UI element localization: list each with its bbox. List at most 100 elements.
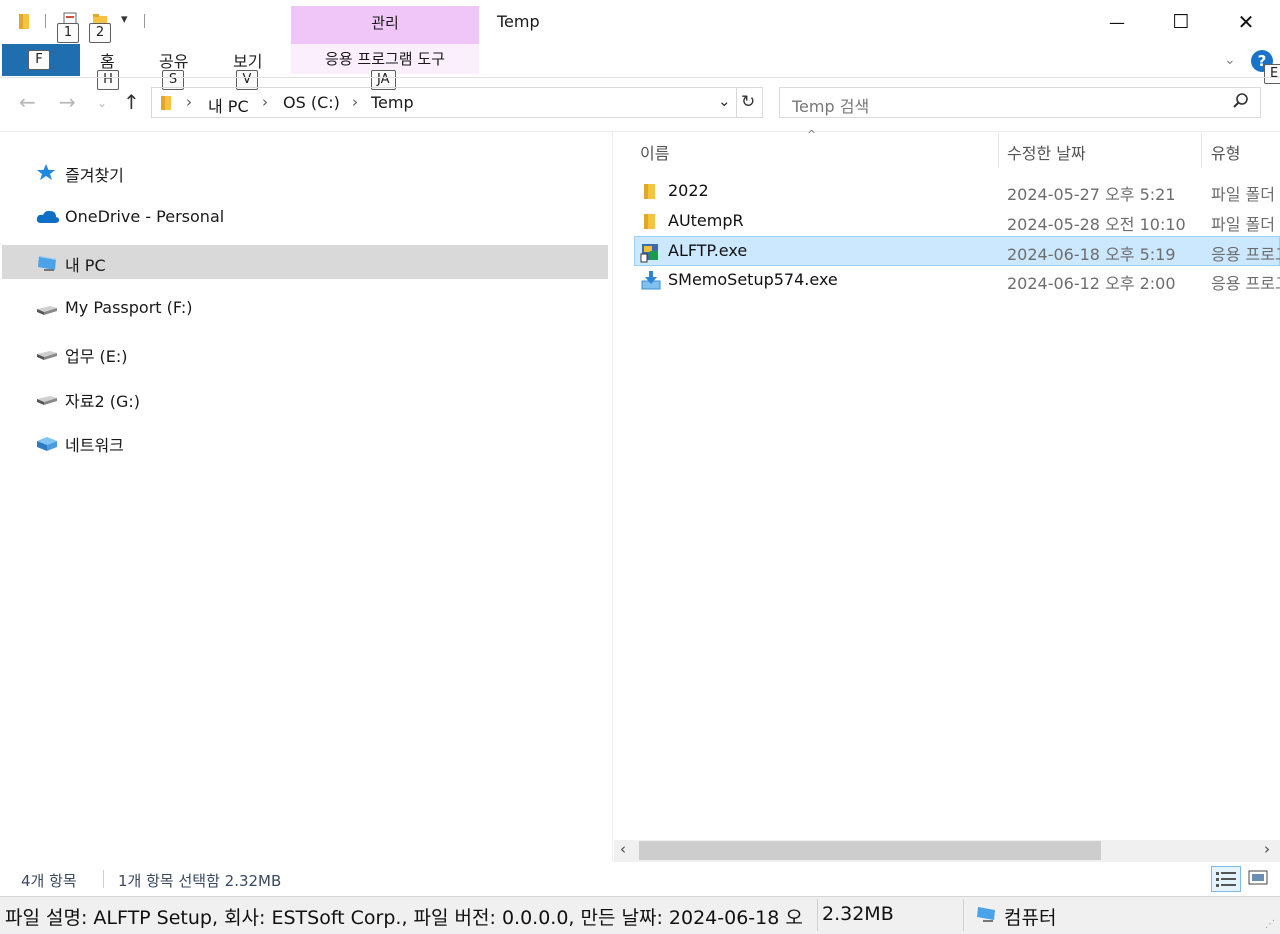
header-divider	[0, 131, 1280, 132]
breadcrumb-separator[interactable]: ›	[352, 93, 358, 111]
file-modified: 2024-06-12 오후 2:00	[1007, 270, 1176, 294]
file-size: 2.32MB	[822, 903, 894, 925]
sidebar-item-label: OneDrive - Personal	[65, 207, 224, 226]
sidebar-item-data2-g[interactable]: 자료2 (G:)	[0, 381, 610, 415]
tab-view[interactable]: 보기	[233, 48, 262, 72]
sidebar-item-this-pc[interactable]: 내 PC	[2, 245, 608, 279]
search-icon[interactable]	[1232, 92, 1250, 114]
sidebar-item-my-passport[interactable]: My Passport (F:)	[0, 291, 610, 325]
scrollbar-thumb[interactable]	[639, 841, 1101, 860]
close-button[interactable]: ✕	[1214, 0, 1278, 44]
status-item-count: 4개 항목	[21, 870, 77, 891]
search-box[interactable]: Temp 검색	[779, 87, 1261, 118]
details-divider	[817, 899, 818, 931]
sidebar-item-label: My Passport (F:)	[65, 298, 192, 317]
details-divider	[963, 899, 964, 931]
recent-locations-icon[interactable]: ⌄	[97, 96, 107, 110]
breadcrumb-os-c[interactable]: OS (C:)	[283, 93, 340, 112]
context-tab-group: 관리	[291, 6, 479, 44]
file-modified: 2024-06-18 오후 5:19	[1007, 241, 1176, 265]
sort-ascending-icon: ^	[807, 128, 816, 141]
scroll-right-icon[interactable]: ›	[1264, 840, 1270, 858]
column-header-name[interactable]: 이름	[640, 140, 669, 164]
cloud-icon	[36, 208, 58, 226]
file-modified: 2024-05-27 오후 5:21	[1007, 181, 1176, 205]
status-selection: 1개 항목 선택함 2.32MB	[118, 870, 281, 891]
file-row[interactable]: AUtempR 2024-05-28 오전 10:10 파일 폴더	[634, 206, 1280, 236]
column-divider[interactable]	[998, 134, 999, 168]
breadcrumb-separator[interactable]: ›	[186, 93, 192, 111]
file-row-selected[interactable]: ALFTP.exe 2024-06-18 오후 5:19 응용 프로그램	[634, 236, 1280, 266]
drive-icon	[36, 299, 58, 317]
sidebar-item-label: 네트워크	[65, 432, 124, 456]
up-icon[interactable]: ↑	[123, 90, 140, 114]
column-header-type[interactable]: 유형	[1211, 140, 1240, 164]
computer-icon	[36, 253, 58, 271]
pane-divider[interactable]	[612, 132, 613, 862]
column-header-modified[interactable]: 수정한 날짜	[1007, 140, 1086, 164]
file-row[interactable]: 2022 2024-05-27 오후 5:21 파일 폴더	[634, 176, 1280, 206]
horizontal-scrollbar[interactable]: ‹ ›	[614, 840, 1280, 862]
keytip-1: 1	[57, 23, 79, 43]
scroll-left-icon[interactable]: ‹	[620, 840, 626, 858]
address-folder-icon	[159, 94, 173, 116]
address-refresh-divider	[736, 88, 737, 117]
network-icon	[36, 433, 58, 451]
sidebar-item-label: 즐겨찾기	[65, 162, 124, 186]
file-type: 응용 프로그램	[1211, 241, 1280, 265]
app-icon	[640, 241, 660, 261]
tab-home[interactable]: 홈	[100, 48, 115, 72]
folder-icon	[640, 211, 660, 231]
window-title: Temp	[497, 12, 540, 31]
folder-icon	[16, 12, 32, 34]
customize-qat-icon[interactable]: ▾	[121, 12, 128, 27]
keytip-home: H	[97, 70, 119, 90]
sidebar-item-work-e[interactable]: 업무 (E:)	[0, 336, 610, 370]
ribbon-divider	[0, 77, 1280, 78]
folder-icon	[640, 181, 660, 201]
sidebar-item-favorites[interactable]: 즐겨찾기	[0, 155, 610, 189]
drive-icon	[36, 389, 58, 407]
keytip-file: F	[28, 50, 50, 70]
file-modified: 2024-05-28 오전 10:10	[1007, 211, 1186, 235]
sidebar-item-label: 자료2 (G:)	[65, 388, 140, 412]
file-name: SMemoSetup574.exe	[668, 270, 838, 289]
file-description: 파일 설명: ALFTP Setup, 회사: ESTSoft Corp., 파…	[5, 903, 817, 930]
installer-icon	[640, 270, 660, 290]
computer-icon	[976, 905, 998, 930]
qat-separator	[144, 14, 145, 28]
address-dropdown-icon[interactable]: ⌄	[718, 92, 731, 110]
file-type: 응용 프로그램	[1211, 270, 1280, 294]
file-name: ALFTP.exe	[668, 241, 747, 260]
file-type: 파일 폴더	[1211, 181, 1275, 205]
resize-grip-icon[interactable]: ⋰	[1265, 919, 1275, 930]
sidebar-item-onedrive[interactable]: OneDrive - Personal	[0, 200, 610, 234]
column-divider[interactable]	[1201, 134, 1202, 168]
minimize-button[interactable]: —	[1085, 0, 1149, 44]
file-row[interactable]: SMemoSetup574.exe 2024-06-12 오후 2:00 응용 …	[634, 265, 1280, 295]
address-bar[interactable]: › 내 PC › OS (C:) › Temp ⌄ ↻	[151, 87, 763, 118]
details-bar: 파일 설명: ALFTP Setup, 회사: ESTSoft Corp., 파…	[0, 896, 1280, 934]
star-icon	[36, 163, 58, 181]
keytip-help: E	[1264, 64, 1280, 84]
file-name: AUtempR	[668, 211, 744, 230]
file-name: 2022	[668, 181, 709, 200]
maximize-button[interactable]: ☐	[1149, 0, 1213, 44]
refresh-icon[interactable]: ↻	[741, 92, 755, 112]
search-input[interactable]: Temp 검색	[792, 93, 869, 117]
keytip-2: 2	[89, 23, 111, 43]
sidebar-item-network[interactable]: 네트워크	[0, 425, 610, 459]
large-icons-view-icon[interactable]	[1247, 868, 1269, 892]
details-view-icon[interactable]	[1211, 866, 1241, 892]
location-label: 컴퓨터	[1004, 903, 1056, 930]
forward-icon[interactable]: →	[59, 90, 76, 114]
breadcrumb-temp[interactable]: Temp	[371, 93, 414, 112]
sidebar-item-label: 내 PC	[65, 252, 106, 276]
breadcrumb-separator[interactable]: ›	[262, 93, 268, 111]
drive-icon	[36, 344, 58, 362]
status-bar: 4개 항목 1개 항목 선택함 2.32MB	[0, 866, 1280, 892]
expand-ribbon-icon[interactable]: ⌄	[1224, 52, 1236, 68]
back-icon[interactable]: ←	[19, 90, 36, 114]
tab-share[interactable]: 공유	[159, 48, 188, 72]
breadcrumb-this-pc[interactable]: 내 PC	[208, 93, 249, 117]
